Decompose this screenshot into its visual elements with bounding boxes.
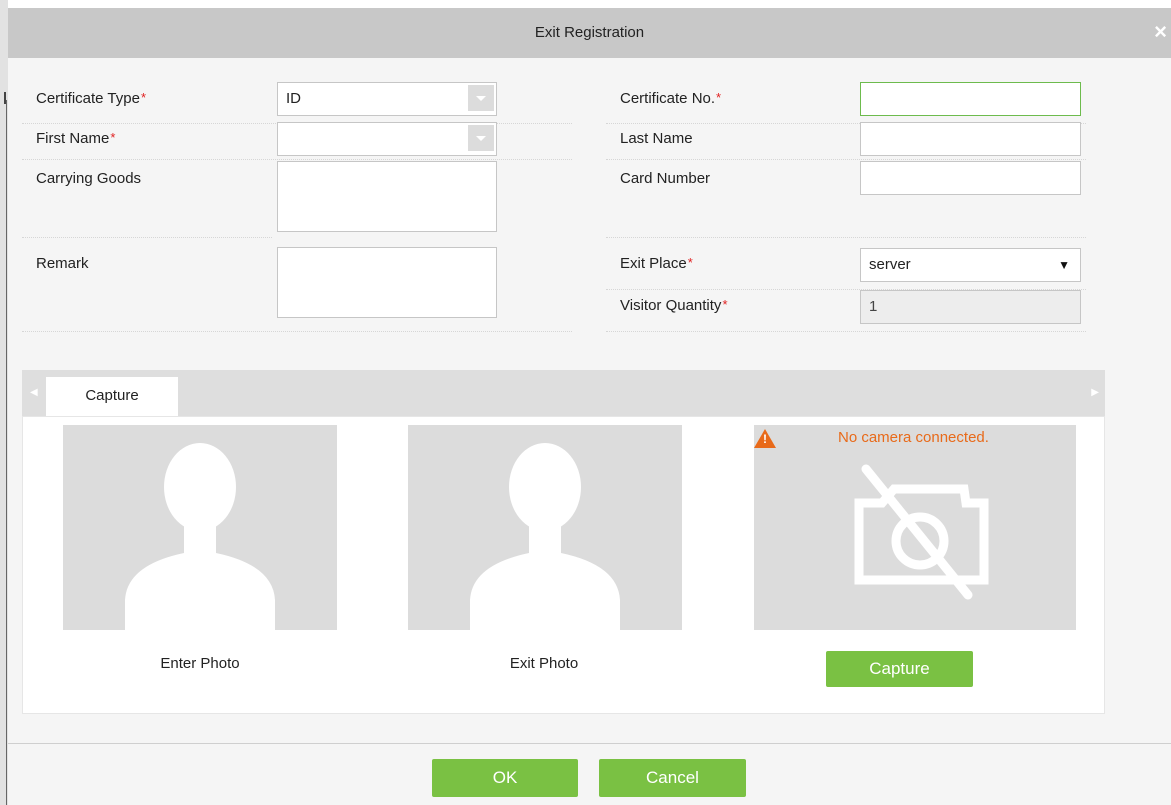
row-divider [22,237,272,238]
tab-scroll-right-icon[interactable]: ▶ [1091,387,1099,398]
exit-registration-dialog: Exit Registration × Certificate Type* ID… [8,8,1171,805]
close-icon[interactable]: × [1154,18,1167,46]
card-number-label: Card Number [620,170,711,187]
exit-place-label: Exit Place* [620,255,693,272]
footer-divider [8,743,1171,744]
last-name-label: Last Name [620,130,693,147]
person-silhouette-icon [470,443,620,630]
dropdown-arrow-icon[interactable] [468,125,494,151]
background-border [6,100,7,805]
remark-label: Remark [36,255,89,272]
row-divider [606,331,1086,332]
enter-photo-placeholder [63,425,337,630]
row-divider [606,159,1086,160]
carrying-goods-label: Carrying Goods [36,170,142,187]
first-name-select[interactable] [277,122,497,156]
row-divider [22,159,572,160]
dialog-title: Exit Registration [534,24,645,41]
remark-textarea[interactable] [277,247,497,318]
visitor-quantity-input: 1 [860,290,1081,324]
dialog-titlebar: Exit Registration × [8,8,1171,58]
background-window-edge [0,0,8,805]
person-silhouette-icon [125,443,275,630]
no-camera-icon [854,464,989,600]
certificate-type-label: Certificate Type* [36,90,147,107]
exit-photo-placeholder [408,425,682,630]
certificate-no-input[interactable] [860,82,1081,116]
carrying-goods-textarea[interactable] [277,161,497,232]
no-camera-message: No camera connected. [838,429,989,446]
first-name-label: First Name* [36,130,116,147]
last-name-input[interactable] [860,122,1081,156]
card-number-input[interactable] [860,161,1081,195]
dropdown-arrow-icon[interactable]: ▼ [1058,249,1070,281]
certificate-type-select[interactable]: ID [277,82,497,116]
tab-scroll-left-icon[interactable]: ◀ [30,387,38,398]
tab-capture[interactable]: Capture [46,377,178,416]
capture-panel: Enter Photo Exit Photo No camera connect… [22,416,1105,714]
exit-photo-label: Exit Photo [509,655,579,672]
row-divider [22,331,572,332]
exit-place-select[interactable]: server ▼ [860,248,1081,282]
cancel-button[interactable]: Cancel [599,759,746,797]
warning-icon [754,429,776,448]
capture-button[interactable]: Capture [826,651,973,687]
dropdown-arrow-icon[interactable] [468,85,494,111]
capture-tab-strip: ◀ Capture ▶ [22,370,1105,416]
enter-photo-label: Enter Photo [160,655,240,672]
camera-preview: No camera connected. [754,425,1076,630]
row-divider [606,237,1086,238]
visitor-quantity-label: Visitor Quantity* [620,297,728,314]
certificate-no-label: Certificate No.* [620,90,722,107]
ok-button[interactable]: OK [432,759,578,797]
